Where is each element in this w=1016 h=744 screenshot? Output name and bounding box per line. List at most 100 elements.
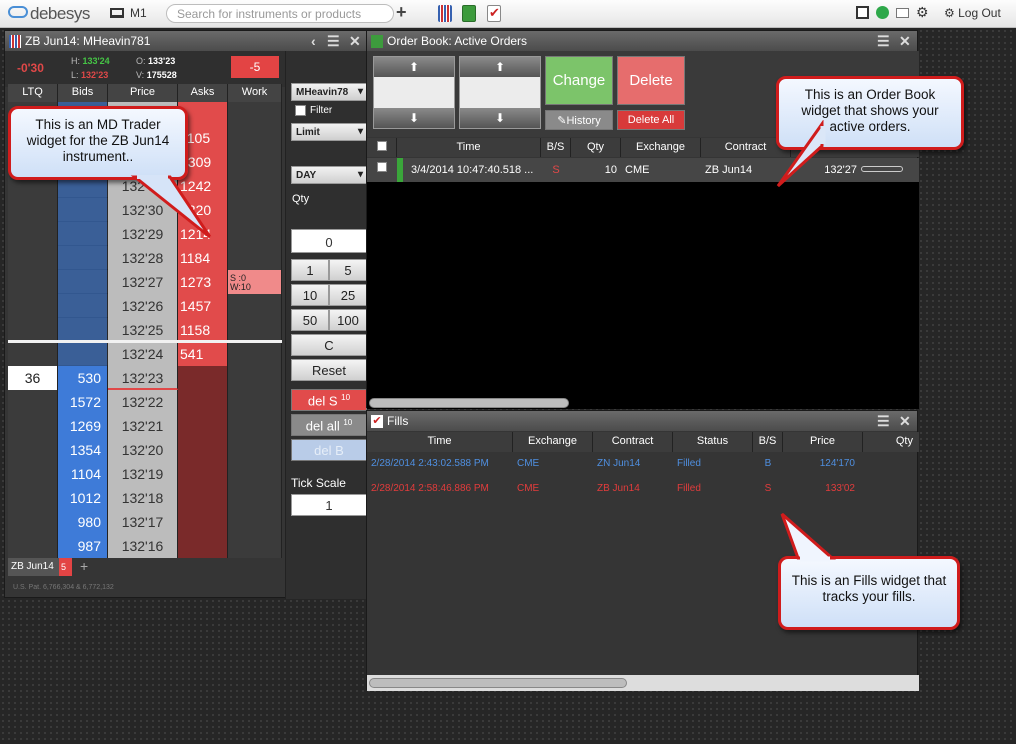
mail-icon[interactable] <box>896 8 909 18</box>
qty-button-1[interactable]: 1 <box>291 259 329 281</box>
ladder-bid-cell[interactable]: 530 <box>58 366 108 390</box>
delete-sells-button[interactable]: del S 10 <box>291 389 367 411</box>
add-widget-icon[interactable]: + <box>396 2 407 23</box>
ladder-work-cell[interactable] <box>228 294 282 318</box>
ladder-work-cell[interactable] <box>228 438 282 462</box>
delete-all-button[interactable]: del all 10 <box>291 414 367 436</box>
close-icon[interactable]: ✕ <box>899 33 911 50</box>
ladder-row[interactable]: 1104 132'19 <box>8 462 282 486</box>
fills-scrollbar[interactable] <box>369 678 627 688</box>
qty-input[interactable]: 0 <box>291 229 367 253</box>
ladder-bid-cell[interactable]: 1269 <box>58 414 108 438</box>
ladder-bid-cell[interactable] <box>58 342 108 366</box>
ladder-row[interactable]: 1269 132'21 <box>8 414 282 438</box>
ladder-bid-cell[interactable] <box>58 294 108 318</box>
tab-zb-jun14[interactable]: ZB Jun14 5 <box>8 558 72 576</box>
tif-dropdown[interactable]: DAY <box>291 166 367 184</box>
logout-button[interactable]: ⚙ Log Out <box>944 6 1001 20</box>
ladder-row[interactable]: 132'25 1158 <box>8 318 282 342</box>
ladder-row[interactable]: 36 530 132'23 <box>8 366 282 390</box>
ladder-bid-cell[interactable]: 1104 <box>58 462 108 486</box>
ladder-bid-cell[interactable]: 1572 <box>58 390 108 414</box>
ladder-ask-cell[interactable] <box>178 414 228 438</box>
monitor-selector[interactable]: M1 <box>110 6 147 20</box>
ladder-row[interactable]: 980 132'17 <box>8 510 282 534</box>
menu-icon[interactable]: ☰ <box>877 413 890 430</box>
close-icon[interactable]: ✕ <box>899 413 911 430</box>
ladder-row[interactable]: 1572 132'22 <box>8 390 282 414</box>
delete-buys-button[interactable]: del B <box>291 439 367 461</box>
ladder-work-cell[interactable] <box>228 102 282 126</box>
filter-checkbox[interactable] <box>295 105 306 116</box>
ladder-bid-cell[interactable] <box>58 270 108 294</box>
ladder-ask-cell[interactable] <box>178 366 228 390</box>
ladder-ask-cell[interactable] <box>178 510 228 534</box>
ladder-ask-cell[interactable] <box>178 438 228 462</box>
qty-up-button[interactable]: ⬆ <box>460 57 540 77</box>
ladder-work-cell[interactable] <box>228 390 282 414</box>
history-button[interactable]: ✎History <box>545 110 613 130</box>
tick-scale-input[interactable]: 1 <box>291 494 367 516</box>
fills-titlebar[interactable]: ✔ Fills ☰ ✕ <box>367 411 917 431</box>
order-row[interactable]: 3/4/2014 10:47:40.518 ... S 10 CME ZB Ju… <box>367 158 919 182</box>
ladder-bid-cell[interactable]: 1012 <box>58 486 108 510</box>
ladder-ask-cell[interactable] <box>178 462 228 486</box>
ladder-bid-cell[interactable] <box>58 318 108 342</box>
fill-row[interactable]: 2/28/2014 2:58:46.886 PM CME ZB Jun14 Fille… <box>367 478 919 502</box>
ladder-work-cell[interactable] <box>228 126 282 150</box>
ladder-bid-cell[interactable] <box>58 222 108 246</box>
search-input[interactable]: Search for instruments or products <box>166 4 394 23</box>
qty-button-25[interactable]: 25 <box>329 284 367 306</box>
ladder-work-cell[interactable] <box>228 342 282 366</box>
change-button[interactable]: Change <box>545 56 613 105</box>
order-book-titlebar[interactable]: Order Book: Active Orders ☰ ✕ <box>367 31 917 51</box>
qty-down-button[interactable]: ⬇ <box>460 108 540 128</box>
ladder-work-cell[interactable] <box>228 222 282 246</box>
collapse-icon[interactable]: ‹ <box>311 33 316 49</box>
ladder-ask-cell[interactable] <box>178 390 228 414</box>
order-type-dropdown[interactable]: Limit <box>291 123 367 141</box>
ladder-ask-cell[interactable]: 1457 <box>178 294 228 318</box>
ladder-work-cell[interactable] <box>228 174 282 198</box>
qty-button-10[interactable]: 10 <box>291 284 329 306</box>
ladder-ask-cell[interactable]: 1184 <box>178 246 228 270</box>
reset-button[interactable]: Reset <box>291 359 367 381</box>
ladder-row[interactable]: 1012 132'18 <box>8 486 282 510</box>
ladder-work-cell[interactable] <box>228 318 282 342</box>
ladder-work-cell[interactable] <box>228 198 282 222</box>
ladder-bid-cell[interactable]: 1354 <box>58 438 108 462</box>
ladder-row[interactable]: 132'24 541 <box>8 342 282 366</box>
qty-button-100[interactable]: 100 <box>329 309 367 331</box>
fill-row[interactable]: 2/28/2014 2:43:02.588 PM CME ZN Jun14 Fille… <box>367 453 919 477</box>
close-icon[interactable]: ✕ <box>349 33 361 50</box>
price-up-button[interactable]: ⬆ <box>374 57 454 77</box>
gear-icon[interactable]: ⚙ <box>916 4 929 20</box>
ladder-work-cell[interactable] <box>228 414 282 438</box>
order-checkbox[interactable] <box>367 158 397 182</box>
clear-button[interactable]: C <box>291 334 367 356</box>
ladder-row[interactable]: 987 132'16 <box>8 534 282 558</box>
ladder-row[interactable]: 1354 132'20 <box>8 438 282 462</box>
ladder-work-cell[interactable] <box>228 534 282 558</box>
fills-launch-icon[interactable] <box>487 5 501 22</box>
ladder-row[interactable]: 132'26 1457 <box>8 294 282 318</box>
order-book-launch-icon[interactable] <box>462 5 476 22</box>
save-icon[interactable] <box>856 6 869 19</box>
ladder-bid-cell[interactable]: 980 <box>58 510 108 534</box>
qty-button-50[interactable]: 50 <box>291 309 329 331</box>
ladder-work-cell[interactable] <box>228 510 282 534</box>
price-down-button[interactable]: ⬇ <box>374 108 454 128</box>
ladder-row[interactable]: 132'28 1184 <box>8 246 282 270</box>
ladder-work-cell[interactable] <box>228 366 282 390</box>
ladder-work-cell[interactable]: S :0 W:10 <box>228 270 282 294</box>
menu-icon[interactable]: ☰ <box>327 33 340 50</box>
menu-icon[interactable]: ☰ <box>877 33 890 50</box>
ladder-work-cell[interactable] <box>228 486 282 510</box>
delete-button[interactable]: Delete <box>617 56 685 105</box>
qty-button-5[interactable]: 5 <box>329 259 367 281</box>
ladder-bid-cell[interactable]: 987 <box>58 534 108 558</box>
ladder-ask-cell[interactable]: 1273 <box>178 270 228 294</box>
order-book-scrollbar[interactable] <box>369 398 569 408</box>
ladder-bid-cell[interactable] <box>58 198 108 222</box>
ladder-ask-cell[interactable]: 541 <box>178 342 228 366</box>
